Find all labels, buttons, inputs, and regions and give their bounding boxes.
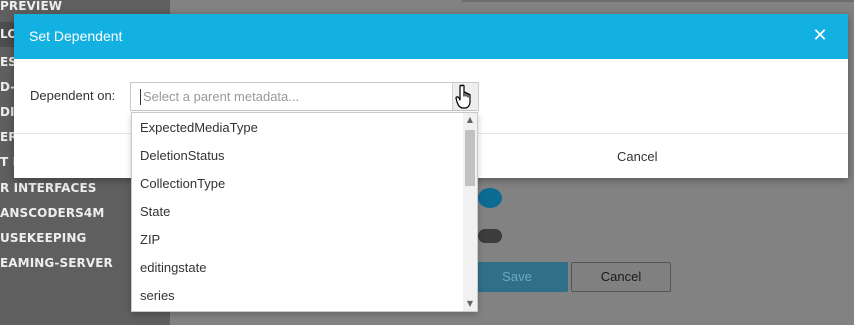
dropdown-option[interactable]: editingstate bbox=[132, 254, 464, 282]
parent-metadata-select[interactable]: Select a parent metadata... bbox=[130, 82, 479, 111]
sidebar-item-transcoders: ANSCODERS4M bbox=[0, 206, 105, 220]
sidebar-item-streaming-server: EAMING-SERVER bbox=[0, 256, 113, 270]
dependent-on-label: Dependent on: bbox=[30, 88, 116, 103]
select-placeholder: Select a parent metadata... bbox=[143, 89, 300, 104]
dropdown-option[interactable]: ZIP bbox=[132, 226, 464, 254]
dropdown-option[interactable]: series bbox=[132, 282, 464, 310]
modal-title: Set Dependent bbox=[29, 28, 123, 44]
background-save-button: Save bbox=[466, 262, 568, 292]
background-divider bbox=[462, 0, 854, 2]
background-toggle-off bbox=[478, 229, 502, 243]
dropdown-option[interactable]: CollectionType bbox=[132, 170, 464, 198]
scrollbar-thumb[interactable] bbox=[465, 130, 475, 186]
metadata-dropdown-list[interactable]: ExpectedMediaType DeletionStatus Collect… bbox=[131, 112, 478, 312]
background-cancel-button: Cancel bbox=[571, 262, 671, 292]
sidebar-item-housekeeping: USEKEEPING bbox=[0, 231, 87, 245]
text-caret bbox=[140, 89, 141, 105]
dropdown-option[interactable]: ExpectedMediaType bbox=[132, 114, 464, 142]
chevron-down-icon[interactable]: ▼ bbox=[463, 297, 477, 311]
cancel-button[interactable]: Cancel bbox=[617, 149, 657, 164]
chevron-up-icon[interactable]: ▲ bbox=[463, 113, 477, 127]
dropdown-scrollbar[interactable]: ▲ ▼ bbox=[463, 113, 477, 311]
background-toggle-on bbox=[478, 188, 502, 208]
dropdown-option[interactable]: State bbox=[132, 198, 464, 226]
sidebar-item-interfaces: R INTERFACES bbox=[0, 181, 97, 195]
sidebar-item-preview: PREVIEW bbox=[0, 0, 63, 13]
close-icon[interactable]: ✕ bbox=[812, 26, 828, 46]
modal-header: Set Dependent ✕ bbox=[14, 14, 848, 59]
dropdown-option[interactable]: DeletionStatus bbox=[132, 142, 464, 170]
hand-pointer-icon bbox=[455, 84, 471, 109]
